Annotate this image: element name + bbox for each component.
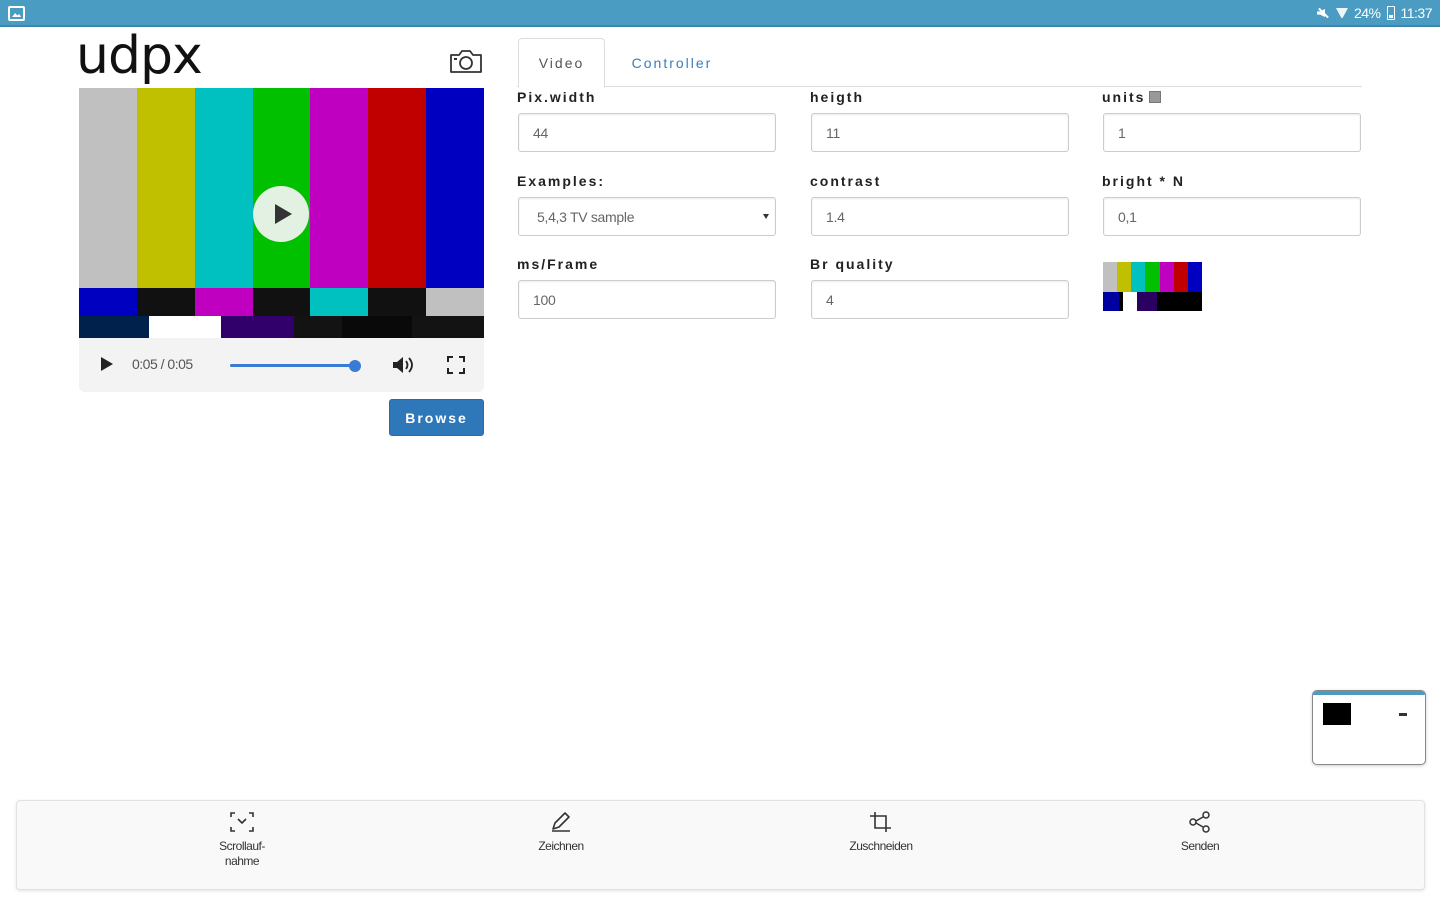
share-button[interactable]: Senden [1140, 811, 1260, 854]
heigth-input[interactable]: 11 [811, 113, 1069, 152]
camera-icon[interactable] [449, 48, 483, 74]
castellation-bar-2 [136, 288, 195, 316]
scroll-capture-label: Scrollauf- nahme [219, 839, 265, 868]
examples-selected-value: 5,4,3 TV sample [537, 208, 635, 225]
color-bars-bottom [79, 316, 484, 338]
share-icon [1189, 811, 1210, 833]
browse-button[interactable]: Browse [389, 399, 484, 436]
clock: 11:37 [1400, 5, 1433, 21]
pluge-bar-3 [221, 316, 294, 338]
battery-icon [1386, 6, 1395, 20]
pluge-bar-2 [149, 316, 221, 338]
color-bar-6 [368, 88, 427, 288]
ms-frame-label: ms/Frame [517, 256, 600, 272]
share-label: Senden [1180, 839, 1220, 853]
play-button[interactable] [101, 357, 113, 371]
play-overlay-button[interactable] [253, 186, 309, 242]
volume-icon[interactable] [391, 355, 415, 375]
units-checkbox[interactable] [1149, 91, 1162, 103]
units-input[interactable]: 1 [1103, 113, 1361, 152]
mute-icon [1316, 6, 1330, 20]
examples-label: Examples: [517, 173, 606, 189]
tab-video[interactable]: Video [518, 38, 605, 88]
pen-icon [552, 812, 570, 832]
preview-bar-2 [1117, 262, 1132, 292]
pix-width-label: Pix.width [517, 89, 597, 105]
bright-input[interactable]: 0,1 [1103, 197, 1361, 236]
pixel-preview [1103, 262, 1202, 311]
castellation-bar-5 [310, 288, 369, 316]
castellation-bar-4 [252, 288, 311, 316]
castellation-bar-3 [194, 288, 253, 316]
pluge-bar-5 [342, 316, 412, 338]
color-bars-middle [79, 288, 484, 316]
br-quality-input[interactable]: 4 [811, 280, 1069, 319]
ms-frame-input[interactable]: 100 [518, 280, 776, 319]
draw-button[interactable]: Zeichnen [501, 811, 621, 854]
preview-bars-bottom [1103, 292, 1202, 311]
pluge-bar-4 [294, 316, 342, 338]
color-bar-3 [194, 88, 253, 288]
tab-bar: Video Controller [517, 38, 1362, 88]
contrast-label: contrast [810, 173, 882, 189]
caret-down-icon [763, 214, 769, 219]
preview-bar-5 [1159, 262, 1174, 292]
thumbnail-video [1323, 703, 1351, 725]
contrast-input[interactable]: 1.4 [811, 197, 1069, 236]
thumbnail-mark [1399, 713, 1407, 716]
preview-bar-7 [1187, 262, 1202, 292]
screenshot-thumbnail[interactable] [1312, 690, 1426, 765]
preview-bar-6 [1173, 262, 1188, 292]
crop-label: Zuschneiden [849, 839, 913, 853]
castellation-bar-1 [79, 288, 137, 316]
castellation-bar-7 [426, 288, 484, 316]
thumbnail-status-bar [1313, 691, 1425, 695]
status-right: 24% 11:37 [1316, 5, 1433, 21]
pluge-bar-6 [412, 316, 484, 338]
preview-bars-top [1103, 262, 1202, 292]
video-player[interactable] [79, 88, 484, 338]
seek-thumb[interactable] [349, 360, 361, 372]
draw-label: Zeichnen [538, 839, 584, 853]
signal-icon [1336, 6, 1348, 20]
seek-bar[interactable] [230, 360, 361, 372]
tab-controller[interactable]: Controller [617, 38, 727, 87]
br-quality-label: Br quality [810, 256, 895, 272]
pix-width-input[interactable]: 44 [518, 113, 776, 152]
heigth-label: heigth [810, 89, 864, 105]
gallery-icon [8, 6, 25, 21]
castellation-bar-6 [368, 288, 427, 316]
pluge-bar-1 [79, 316, 149, 338]
bright-label: bright * N [1102, 173, 1185, 189]
color-bar-7 [426, 88, 484, 288]
color-bar-1 [79, 88, 137, 288]
preview-bar-1 [1103, 262, 1118, 292]
units-label: units [1102, 89, 1162, 105]
examples-select[interactable]: 5,4,3 TV sample [518, 197, 776, 236]
crop-button[interactable]: Zuschneiden [821, 811, 941, 854]
status-bar: 24% 11:37 [0, 0, 1440, 27]
crop-icon [870, 812, 891, 832]
scroll-capture-icon [230, 812, 254, 832]
seek-progress [230, 364, 355, 367]
color-bar-5 [310, 88, 369, 288]
units-label-text: units [1102, 89, 1146, 105]
preview-bar-4 [1145, 262, 1160, 292]
color-bar-2 [136, 88, 195, 288]
time-display: 0:05 / 0:05 [132, 356, 193, 372]
fullscreen-icon[interactable] [447, 356, 465, 374]
battery-percent: 24% [1353, 5, 1381, 21]
app-logo: udpx [76, 26, 203, 86]
player-controls: 0:05 / 0:05 [79, 338, 484, 392]
scroll-capture-button[interactable]: Scrollauf- nahme [182, 811, 302, 869]
preview-bar-3 [1131, 262, 1146, 292]
screenshot-toolbar: Scrollauf- nahme Zeichnen Zuschneiden Se… [16, 800, 1425, 890]
